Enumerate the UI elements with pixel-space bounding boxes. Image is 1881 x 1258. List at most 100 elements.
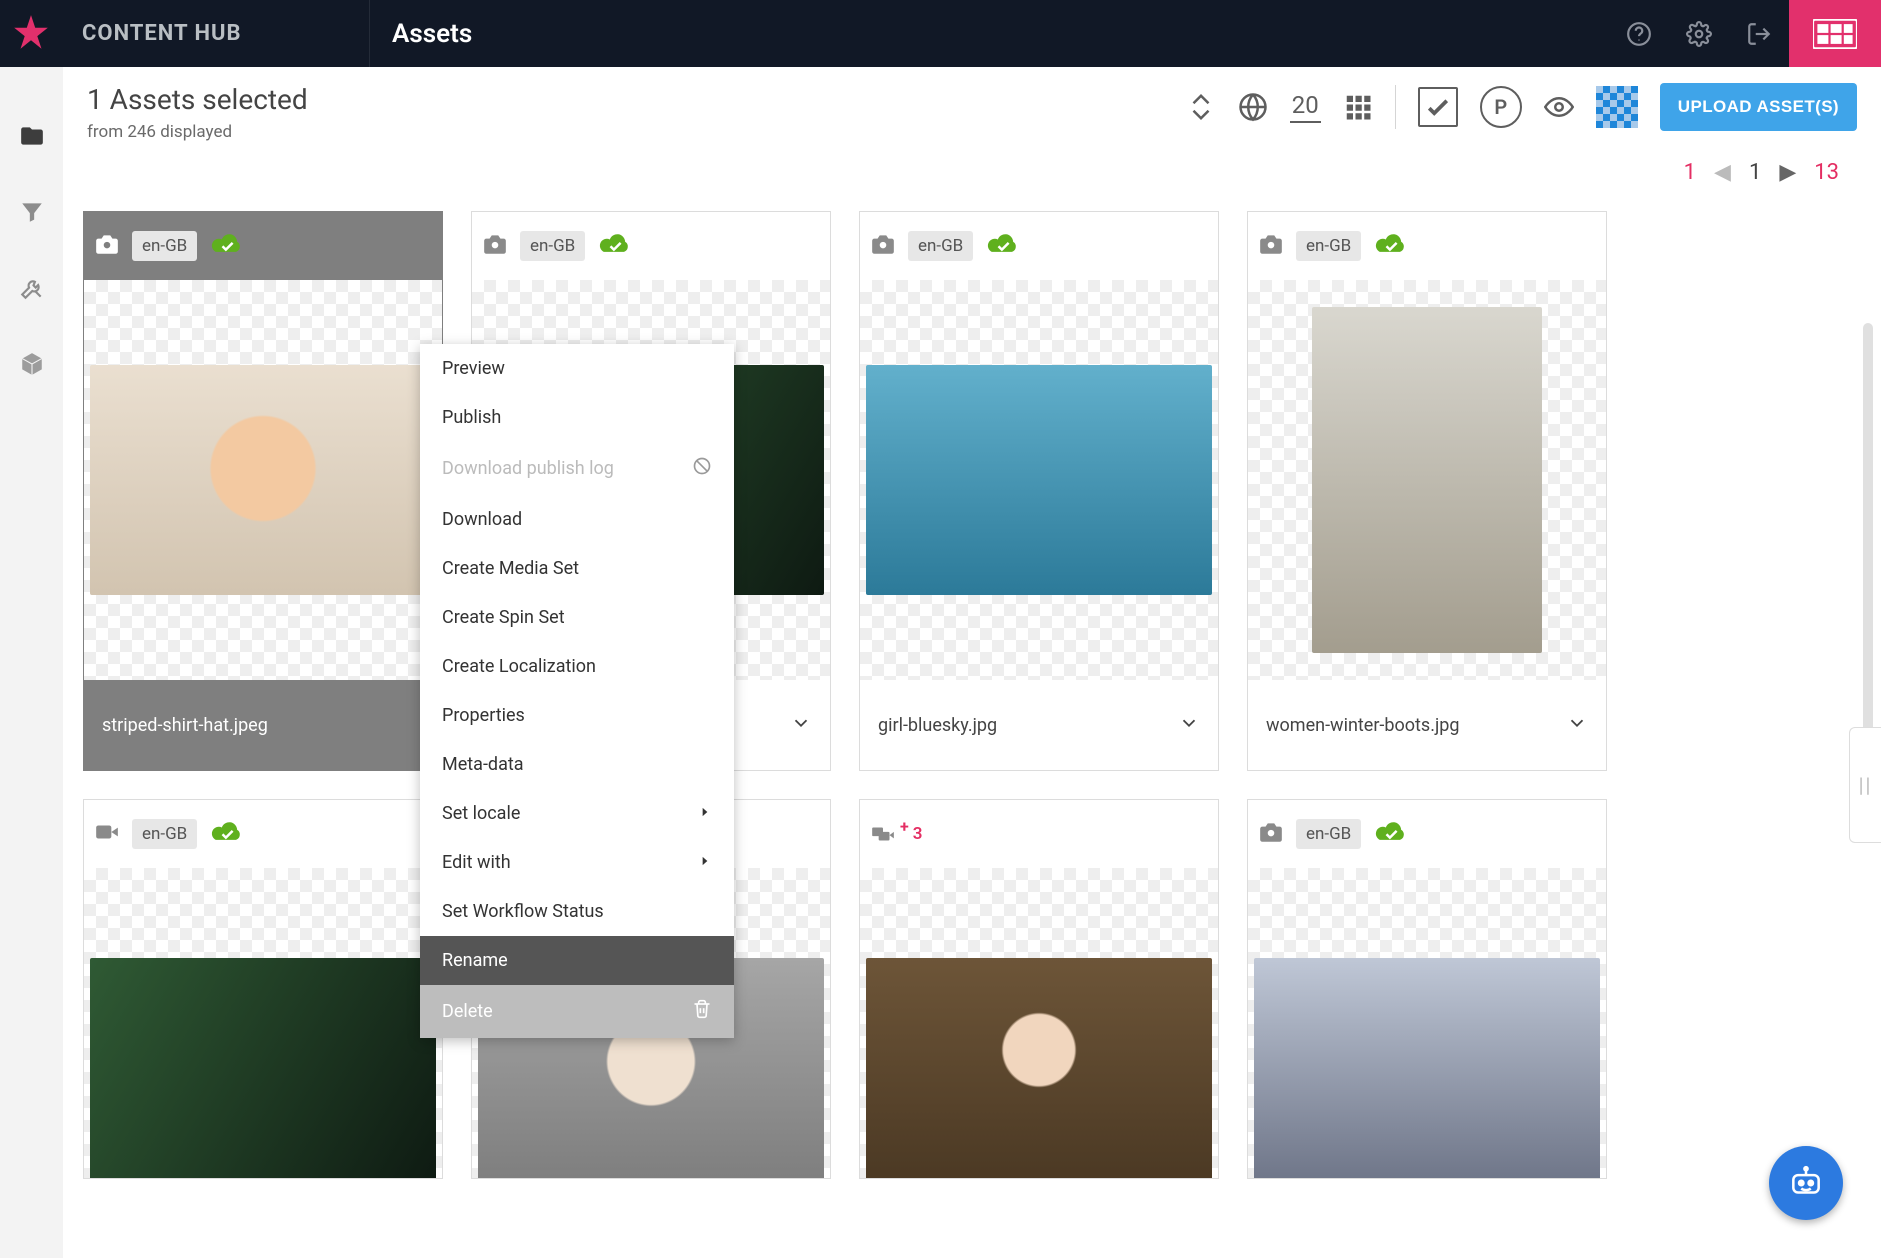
- folder-icon[interactable]: [18, 122, 46, 150]
- menu-item-create-localization[interactable]: Create Localization: [420, 642, 734, 691]
- tools-icon[interactable]: [18, 274, 46, 302]
- upload-assets-button[interactable]: UPLOAD ASSET(S): [1660, 83, 1857, 131]
- context-menu: Preview Publish Download publish log Dow…: [420, 344, 734, 1038]
- locale-badge: en-GB: [132, 231, 197, 261]
- chat-bot-button[interactable]: [1769, 1146, 1843, 1220]
- visibility-icon[interactable]: [1544, 92, 1574, 122]
- asset-card[interactable]: en-GB women-winter-boots.jpg: [1247, 211, 1607, 771]
- camera-icon: [870, 231, 896, 261]
- asset-card[interactable]: en-GB girl-bluesky.jpg: [859, 211, 1219, 771]
- publish-status-button[interactable]: P: [1480, 86, 1522, 128]
- asset-menu-caret[interactable]: [790, 712, 812, 739]
- menu-item-publish[interactable]: Publish: [420, 393, 734, 442]
- page-size-selector[interactable]: 20: [1290, 91, 1321, 123]
- cloud-published-icon: [985, 230, 1021, 262]
- camera-icon: [1258, 819, 1284, 849]
- asset-card-head: en-GB: [860, 212, 1218, 280]
- chevron-right-icon: [698, 803, 712, 824]
- camera-icon: [94, 231, 120, 261]
- locale-badge: en-GB: [908, 231, 973, 261]
- selection-subtitle: from 246 displayed: [87, 122, 308, 142]
- asset-grid: en-GB striped-shirt-hat.jpeg en-GB …og: [63, 185, 1881, 1179]
- asset-thumbnail: [866, 365, 1212, 595]
- asset-card-head: +3: [860, 800, 1218, 868]
- menu-label: Delete: [442, 1001, 493, 1022]
- side-panel-handle[interactable]: ||: [1849, 727, 1881, 843]
- toolbar-divider: [1395, 85, 1396, 129]
- menu-label: Download publish log: [442, 458, 614, 479]
- menu-item-create-media-set[interactable]: Create Media Set: [420, 544, 734, 593]
- chevron-right-icon: [698, 852, 712, 873]
- asset-card-head: en-GB: [472, 212, 830, 280]
- logout-icon[interactable]: [1729, 0, 1789, 67]
- asset-card[interactable]: en-GB striped-shirt-hat.jpeg: [83, 211, 443, 771]
- sort-stepper[interactable]: [1186, 92, 1216, 122]
- asset-card-foot: girl-bluesky.jpg: [860, 680, 1218, 770]
- menu-label: Rename: [442, 950, 508, 971]
- side-panel-handle-grip: ||: [1859, 773, 1873, 797]
- menu-item-meta-data[interactable]: Meta-data: [420, 740, 734, 789]
- locale-badge: en-GB: [1296, 231, 1361, 261]
- transparency-toggle[interactable]: [1596, 86, 1638, 128]
- help-icon[interactable]: [1609, 0, 1669, 67]
- asset-card[interactable]: en-GB: [83, 799, 443, 1179]
- select-mode-button[interactable]: [1418, 87, 1458, 127]
- pagination: 1 ◀ 1 ▶ 13: [63, 142, 1881, 185]
- cloud-published-icon: [597, 230, 633, 262]
- media-set-count: 3: [913, 824, 923, 844]
- menu-label: Properties: [442, 705, 525, 726]
- cloud-published-icon: [1373, 230, 1409, 262]
- asset-thumbnail-wrap: [860, 280, 1218, 680]
- pagination-next[interactable]: ▶: [1779, 160, 1796, 185]
- asset-thumbnail-wrap: [1248, 868, 1606, 1178]
- pagination-total[interactable]: 13: [1814, 160, 1839, 185]
- menu-item-rename[interactable]: Rename: [420, 936, 734, 985]
- camera-icon: [1258, 231, 1284, 261]
- menu-item-set-workflow-status[interactable]: Set Workflow Status: [420, 887, 734, 936]
- menu-label: Publish: [442, 407, 501, 428]
- asset-card-foot: women-winter-boots.jpg: [1248, 680, 1606, 770]
- brand-logo[interactable]: [10, 13, 52, 55]
- menu-label: Create Localization: [442, 656, 596, 677]
- cloud-published-icon: [209, 230, 245, 262]
- pagination-prev[interactable]: ◀: [1714, 160, 1731, 185]
- forbidden-icon: [692, 456, 712, 481]
- app-switcher-button[interactable]: [1789, 0, 1881, 67]
- publish-status-label: P: [1494, 95, 1507, 119]
- menu-label: Meta-data: [442, 754, 524, 775]
- toolbar: 20 P UPLOAD ASSET(S): [1186, 83, 1857, 131]
- asset-thumbnail: [866, 958, 1212, 1178]
- cloud-published-icon: [209, 818, 245, 850]
- globe-icon[interactable]: [1238, 92, 1268, 122]
- asset-card[interactable]: en-GB: [1247, 799, 1607, 1179]
- menu-item-preview[interactable]: Preview: [420, 344, 734, 393]
- menu-label: Set locale: [442, 803, 520, 824]
- pagination-range: 1: [1684, 160, 1696, 185]
- asset-filename: women-winter-boots.jpg: [1266, 715, 1459, 736]
- asset-menu-caret[interactable]: [1178, 712, 1200, 739]
- asset-thumbnail-wrap: [860, 868, 1218, 1178]
- menu-item-delete[interactable]: Delete: [420, 985, 734, 1038]
- gear-icon[interactable]: [1669, 0, 1729, 67]
- topbar: CONTENT HUB Assets: [0, 0, 1881, 67]
- asset-thumbnail: [1254, 958, 1600, 1178]
- video-icon: [94, 819, 120, 849]
- page-title: Assets: [392, 19, 472, 49]
- menu-item-properties[interactable]: Properties: [420, 691, 734, 740]
- asset-thumbnail-wrap: [1248, 280, 1606, 680]
- menu-item-download[interactable]: Download: [420, 495, 734, 544]
- menu-item-create-spin-set[interactable]: Create Spin Set: [420, 593, 734, 642]
- asset-filename: girl-bluesky.jpg: [878, 715, 997, 736]
- asset-menu-caret[interactable]: [1566, 712, 1588, 739]
- grid-view-icon[interactable]: [1343, 92, 1373, 122]
- filter-icon[interactable]: [18, 198, 46, 226]
- pagination-current: 1: [1749, 160, 1761, 185]
- selection-title: 1 Assets selected: [87, 83, 308, 116]
- menu-item-edit-with[interactable]: Edit with: [420, 838, 734, 887]
- cloud-published-icon: [1373, 818, 1409, 850]
- brand-zone: CONTENT HUB: [0, 0, 370, 67]
- package-icon[interactable]: [18, 350, 46, 378]
- selection-info: 1 Assets selected from 246 displayed: [87, 83, 308, 142]
- asset-card[interactable]: +3: [859, 799, 1219, 1179]
- menu-item-set-locale[interactable]: Set locale: [420, 789, 734, 838]
